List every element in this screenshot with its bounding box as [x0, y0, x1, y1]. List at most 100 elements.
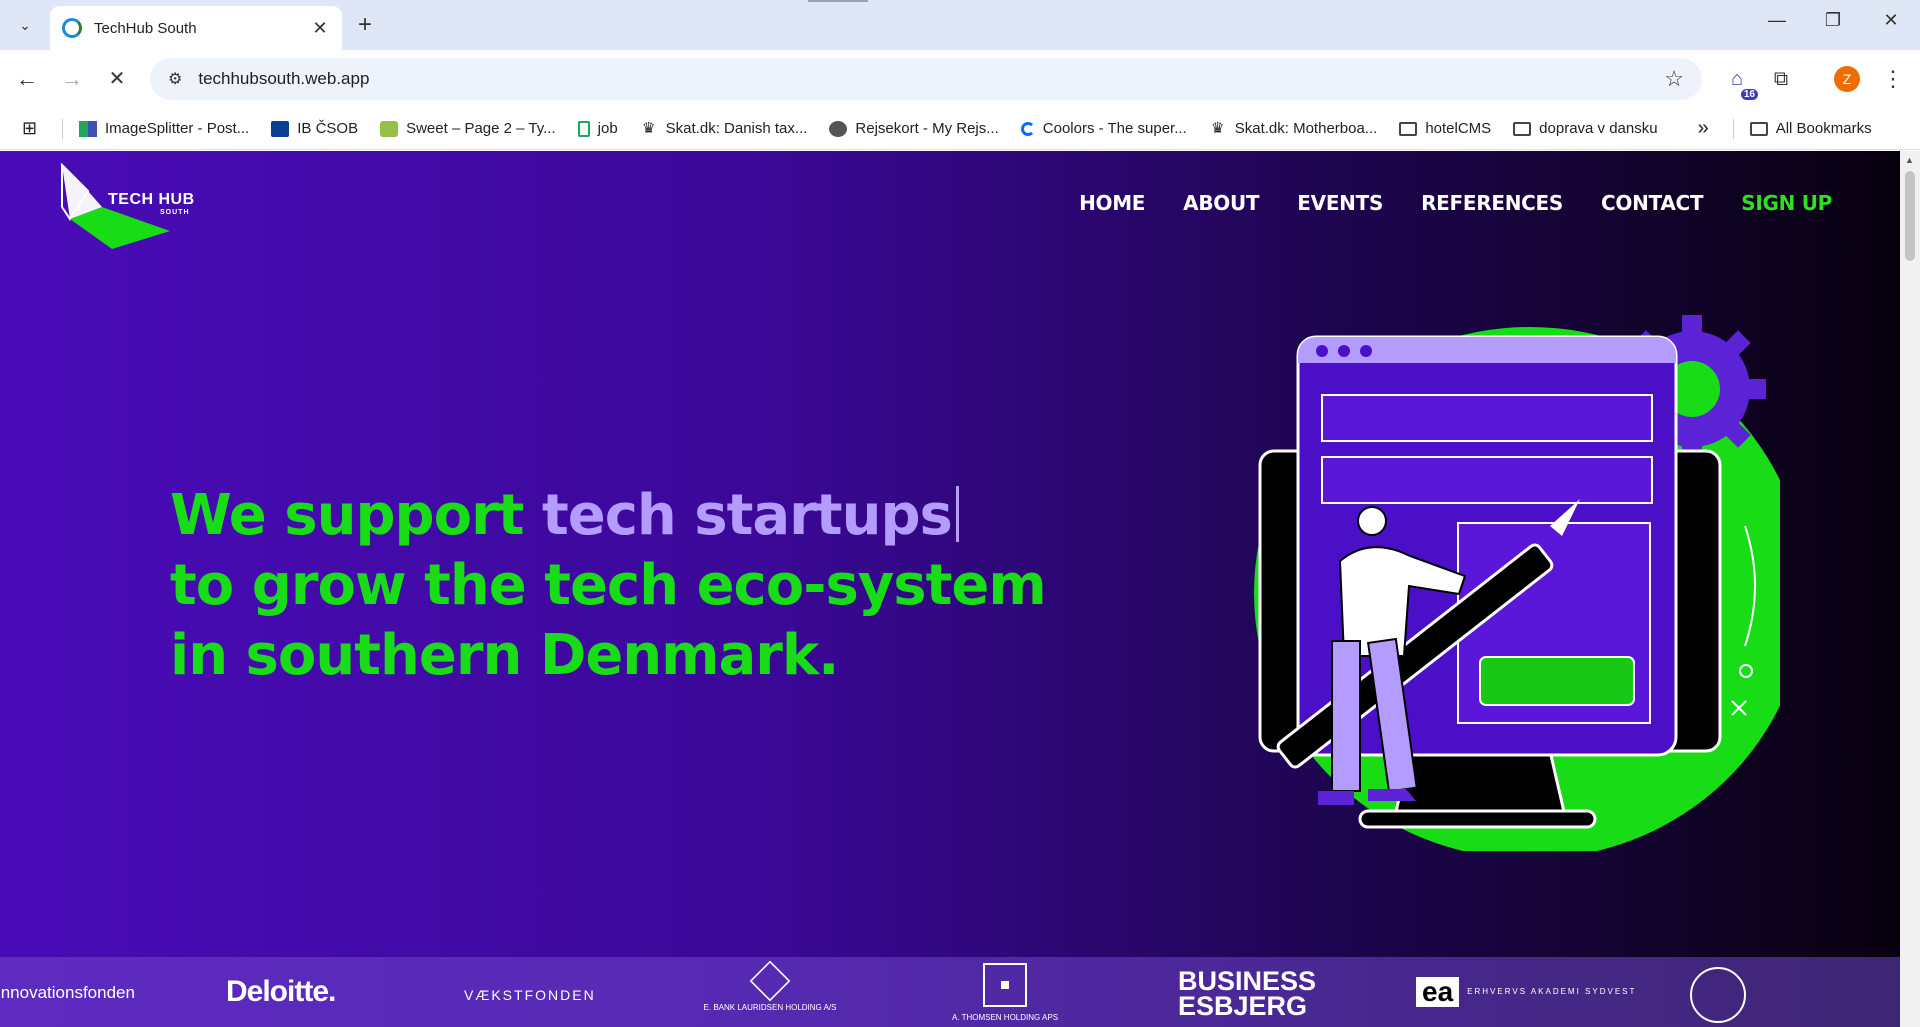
partner-caption: A. THOMSEN HOLDING APS [951, 1013, 1059, 1022]
bookmark-label: doprava v dansku [1539, 120, 1658, 137]
partner-thomsen[interactable]: A. THOMSEN HOLDING APS [950, 963, 1060, 1022]
stop-loading-button[interactable]: ✕ [102, 64, 132, 94]
chevron-down-icon: ⌄ [19, 16, 31, 33]
active-tab[interactable]: TechHub South ✕ [50, 6, 342, 50]
divider [1732, 118, 1734, 139]
nav-references[interactable]: REFERENCES [1421, 191, 1563, 215]
hero-line-3: in southern Denmark. [170, 623, 839, 688]
nav-contact[interactable]: CONTACT [1601, 191, 1704, 215]
hero-illustration [1254, 315, 1780, 851]
window-drag-hint [808, 0, 868, 2]
apps-grid-icon[interactable]: ⊞ [22, 118, 40, 139]
extension-home-icon: ⌂ [1730, 67, 1744, 90]
nav-about[interactable]: ABOUT [1183, 191, 1259, 215]
partner-caption: ERHVERVS AKADEMI SYDVEST [1467, 987, 1637, 996]
hero-highlight: tech startups [541, 483, 953, 548]
bookmark-label: All Bookmarks [1775, 120, 1872, 137]
bookmark-folder-doprava[interactable]: doprava v dansku [1513, 120, 1658, 137]
csob-icon [271, 120, 290, 137]
menu-button[interactable]: ⋮ [1878, 64, 1908, 94]
close-tab-icon[interactable]: ✕ [310, 18, 330, 39]
partner-vaekstfonden[interactable]: VÆKSTFONDEN [464, 987, 596, 1003]
partner-bank-lauridsen[interactable]: E. BANK LAURIDSEN HOLDING A/S [700, 960, 840, 1012]
doc-icon [577, 120, 590, 137]
partner-caption: E. BANK LAURIDSEN HOLDING A/S [703, 1003, 837, 1012]
kebab-menu-icon: ⋮ [1882, 66, 1904, 91]
coolors-icon [1020, 121, 1035, 136]
main-nav: HOME ABOUT EVENTS REFERENCES CONTACT SIG… [1079, 191, 1832, 215]
bookmark-imagesplitter[interactable]: ImageSplitter - Post... [79, 120, 249, 137]
nav-events[interactable]: EVENTS [1297, 191, 1383, 215]
more-bookmarks-button[interactable]: » [1698, 117, 1709, 140]
nav-home[interactable]: HOME [1079, 191, 1145, 215]
partner-deloitte[interactable]: Deloitte. [226, 975, 336, 1009]
bookmark-label: Skat.dk: Motherboa... [1234, 120, 1378, 137]
url-text[interactable]: techhubsouth.web.app [198, 69, 1664, 89]
bookmark-rejsekort[interactable]: Rejsekort - My Rejs... [829, 120, 999, 137]
bookmark-coolors[interactable]: Coolors - The super... [1020, 120, 1187, 137]
puzzle-icon: ⧉ [1773, 67, 1789, 90]
lauridsen-logo-icon [749, 960, 791, 1002]
toolbar: ← → ✕ ⚙ techhubsouth.web.app ☆ ⌂ 16 ⧉ Z … [0, 50, 1920, 108]
bookmark-label: Rejsekort - My Rejs... [855, 120, 999, 137]
hero-heading: We support tech startups to grow the tec… [170, 481, 1047, 691]
typing-caret [955, 486, 959, 542]
hero-text: We support [170, 483, 542, 548]
crown-icon: ♛ [641, 119, 656, 137]
bookmark-label: IB ČSOB [297, 120, 359, 137]
extension-button[interactable]: ⌂ 16 [1722, 64, 1758, 100]
imagesplitter-icon [79, 120, 97, 137]
tab-strip: ⌄ TechHub South ✕ + — ❐ ✕ [0, 0, 1920, 50]
minimize-button[interactable]: — [1762, 10, 1792, 31]
folder-icon [1513, 121, 1532, 136]
divider [62, 118, 63, 139]
folder-icon [1749, 121, 1768, 136]
nav-signup[interactable]: SIGN UP [1741, 191, 1832, 215]
address-bar[interactable]: ⚙ techhubsouth.web.app ☆ [150, 58, 1702, 100]
crown-icon: ♛ [1211, 119, 1225, 137]
restore-button[interactable]: ❐ [1818, 10, 1848, 31]
bookmark-label: Coolors - The super... [1042, 120, 1187, 137]
folder-icon [1399, 121, 1418, 136]
bookmark-label: Skat.dk: Danish tax... [665, 120, 808, 137]
partner-business-esbjerg[interactable]: BUSINESS ESBJERG [1178, 968, 1316, 1021]
bookmark-label: Sweet – Page 2 – Ty... [406, 120, 556, 137]
page-scrollbar[interactable]: ▲ [1900, 151, 1920, 1027]
scroll-up-icon[interactable]: ▲ [1905, 155, 1914, 165]
partner-erhvervsakademi[interactable]: ea ERHVERVS AKADEMI SYDVEST [1416, 977, 1637, 1007]
bookmark-folder-hotelcms[interactable]: hotelCMS [1399, 120, 1491, 137]
partner-innovationsfonden[interactable]: Innovationsfonden [0, 983, 135, 1003]
bookmark-skat-1[interactable]: ♛ Skat.dk: Danish tax... [640, 119, 808, 137]
logo-text: TECH HUB [108, 191, 195, 208]
back-button[interactable]: ← [12, 64, 42, 94]
partners-strip: Innovationsfonden Deloitte. VÆKSTFONDEN … [0, 957, 1900, 1027]
bookmark-star-icon[interactable]: ☆ [1664, 66, 1684, 92]
bookmark-label: hotelCMS [1425, 120, 1492, 137]
extensions-puzzle-button[interactable]: ⧉ [1766, 64, 1796, 94]
site-favicon-icon [62, 18, 82, 38]
bookmarks-bar: ⊞ ImageSplitter - Post... IB ČSOB Sweet … [0, 108, 1920, 150]
tab-search-button[interactable]: ⌄ [8, 8, 42, 42]
globe-icon [829, 120, 848, 137]
thomsen-logo-icon [983, 963, 1027, 1007]
bookmark-sweet[interactable]: Sweet – Page 2 – Ty... [380, 120, 556, 137]
profile-button[interactable]: Z [1832, 64, 1862, 94]
hero-line-1: We support tech startups [170, 481, 1046, 551]
aalborg-university-logo-icon[interactable] [1690, 967, 1746, 1023]
bookmark-label: job [597, 120, 618, 137]
tab-title: TechHub South [94, 19, 197, 37]
bookmark-csob[interactable]: IB ČSOB [271, 120, 358, 137]
bookmark-skat-2[interactable]: ♛ Skat.dk: Motherboa... [1209, 119, 1378, 137]
scrollbar-thumb[interactable] [1905, 171, 1915, 261]
new-tab-button[interactable]: + [352, 12, 378, 38]
bookmark-job[interactable]: job [577, 120, 618, 137]
partner-caption: ESBJERG [1178, 991, 1308, 1021]
forward-button[interactable]: → [57, 64, 87, 94]
ea-logo-icon: ea [1416, 977, 1460, 1007]
site-info-icon[interactable]: ⚙ [168, 69, 182, 89]
shopify-icon [380, 120, 399, 137]
webpage: TECH HUB SOUTH HOME ABOUT EVENTS REFEREN… [0, 151, 1900, 1027]
all-bookmarks-button[interactable]: All Bookmarks [1749, 120, 1872, 137]
close-window-button[interactable]: ✕ [1876, 10, 1906, 31]
logo-subtext: SOUTH [160, 209, 190, 216]
